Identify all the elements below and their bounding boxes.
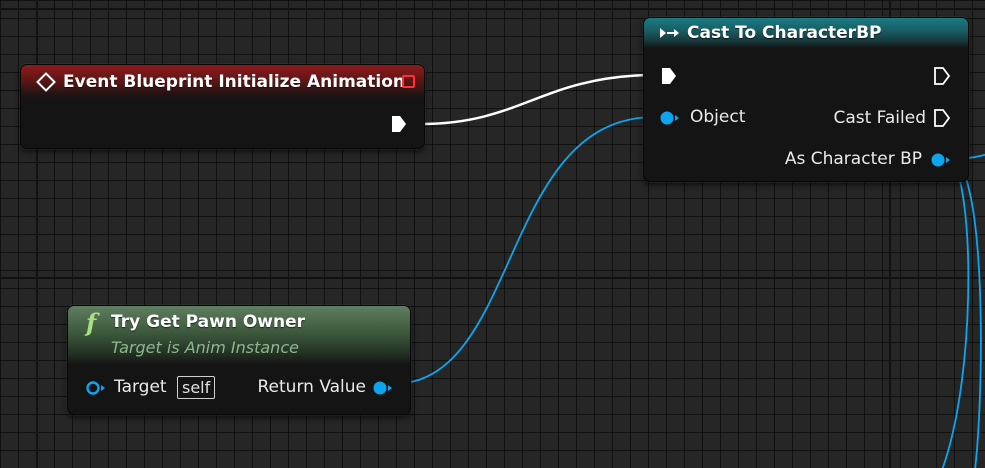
object-pin-label: Object: [690, 107, 746, 127]
return-value-pin-label: Return Value: [257, 377, 367, 397]
character-output-wire-3[interactable]: [941, 160, 970, 468]
exec-output-pin-icon[interactable]: [390, 114, 408, 134]
exec-input-pin-icon[interactable]: [660, 66, 678, 86]
function-node-header[interactable]: f Try Get Pawn Owner Target is Anim Inst…: [68, 306, 410, 364]
function-node-title: Try Get Pawn Owner: [111, 312, 306, 332]
function-f-icon: f: [86, 308, 97, 337]
as-character-bp-output-pin-icon[interactable]: [929, 152, 951, 168]
function-node-subtitle: Target is Anim Instance: [111, 338, 299, 357]
cast-node-title: Cast To CharacterBP: [687, 23, 882, 43]
cast-arrow-icon: [660, 28, 679, 38]
target-pin-label: Target: [114, 377, 167, 397]
cast-failed-pin-label: Cast Failed: [833, 108, 926, 128]
event-diamond-icon: [36, 72, 56, 92]
event-node-header[interactable]: Event Blueprint Initialize Animation: [21, 65, 424, 99]
try-get-pawn-owner-node[interactable]: f Try Get Pawn Owner Target is Anim Inst…: [67, 305, 411, 415]
cast-to-characterbp-node[interactable]: Cast To CharacterBP Object Cast Failed A…: [643, 17, 969, 182]
target-self-default-field[interactable]: self: [177, 376, 216, 399]
cast-failed-exec-pin-icon[interactable]: [933, 108, 951, 128]
event-node-title: Event Blueprint Initialize Animation: [63, 72, 406, 92]
cast-node-header[interactable]: Cast To CharacterBP: [644, 18, 968, 48]
exec-output-pin-icon[interactable]: [933, 66, 951, 86]
exec-wire[interactable]: [420, 73, 649, 126]
event-initialize-animation-node[interactable]: Event Blueprint Initialize Animation: [20, 64, 425, 149]
object-input-pin-icon[interactable]: [658, 110, 680, 126]
delegate-pin-icon[interactable]: [402, 75, 415, 88]
return-value-output-pin-icon[interactable]: [371, 380, 393, 396]
pawn-to-object-wire[interactable]: [392, 116, 653, 385]
as-character-bp-pin-label: As Character BP: [784, 149, 922, 169]
target-input-pin-icon[interactable]: [84, 380, 106, 396]
